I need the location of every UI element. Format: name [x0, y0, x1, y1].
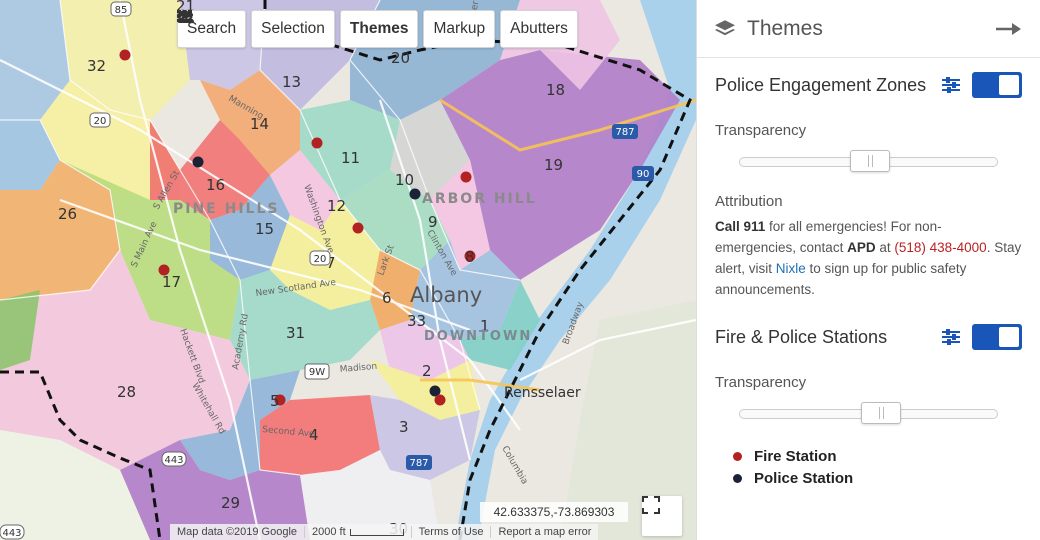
zone-10: 10 [395, 171, 414, 189]
map-data-attribution: Map data ©2019 Google [177, 526, 298, 538]
zone-32: 32 [87, 57, 106, 75]
zone-15: 15 [255, 220, 274, 238]
zone-3: 3 [399, 418, 409, 436]
route-shield: 443 [0, 524, 25, 540]
zone-20: 20 [391, 49, 410, 67]
svg-text:443: 443 [164, 455, 183, 466]
area-label-pine-hills: PINE HILLS [173, 201, 279, 217]
zone-map: 21 32 13 14 11 16 10 9 26 12 15 8 18 19 … [0, 0, 696, 540]
layer-toggle[interactable] [972, 72, 1022, 98]
selection-button[interactable]: Selection [177, 10, 335, 48]
attribution-label: Attribution [715, 193, 783, 210]
legend-item-police: Police Station [733, 467, 1022, 489]
panel-title: Themes [747, 16, 823, 40]
route-shield: 787 [406, 455, 432, 470]
map-attribution-bar: Map data ©2019 Google 2000 ft Terms of U… [170, 524, 599, 540]
transparency-label: Transparency [715, 374, 807, 391]
route-shield: 85 [110, 1, 132, 17]
zone-29: 29 [221, 494, 240, 512]
zone-26: 26 [58, 205, 77, 223]
nixle-link[interactable]: Nixle [776, 261, 806, 276]
themes-button[interactable]: Themes [177, 10, 419, 48]
svg-text:787: 787 [615, 127, 634, 138]
svg-text:20: 20 [314, 254, 327, 265]
zone-28: 28 [117, 383, 136, 401]
markup-button[interactable]: Markup [178, 10, 496, 48]
zone-13: 13 [282, 73, 301, 91]
zone-5: 5 [270, 392, 280, 410]
route-shield: 20 [309, 250, 331, 266]
zone-12: 12 [327, 197, 346, 215]
panel-header: Themes [697, 0, 1040, 58]
users-icon [177, 10, 194, 23]
zone-6: 6 [382, 289, 392, 307]
fullscreen-icon [642, 496, 660, 514]
svg-text:20: 20 [94, 116, 107, 127]
route-shield: 90 [632, 166, 654, 181]
map-scale: 2000 ft [304, 526, 411, 538]
transparency-label: Transparency [715, 122, 807, 139]
police-station-dot-icon [733, 473, 742, 483]
zone-11: 11 [341, 149, 360, 167]
route-shield: 443 [161, 451, 187, 467]
zone-33: 33 [407, 312, 426, 330]
place-label-rensselaer: Rensselaer [504, 385, 581, 401]
search-button-label: Search [187, 20, 237, 37]
city-label: Albany [410, 283, 482, 307]
zone-2: 2 [422, 362, 432, 380]
zone-8: 8 [465, 248, 475, 266]
terms-link[interactable]: Terms of Use [410, 526, 491, 538]
area-label-arbor-hill: ARBOR HILL [422, 191, 537, 207]
layers-icon [715, 19, 735, 35]
svg-text:787: 787 [409, 458, 428, 469]
zone-16: 16 [206, 176, 225, 194]
legend-item-fire: Fire Station [733, 445, 1022, 467]
attribution-text: Call 911 for all emergencies! For non-em… [715, 219, 1022, 297]
zone-17: 17 [162, 273, 181, 291]
map-canvas[interactable]: 21 32 13 14 11 16 10 9 26 12 15 8 18 19 … [0, 0, 696, 540]
coordinate-readout: 42.633375,-73.869303 [480, 502, 628, 522]
layer-name: Fire & Police Stations [715, 326, 888, 347]
markup-button-label: Markup [433, 20, 486, 37]
map-toolbar: Search Selection Themes Markup Abutters [177, 10, 578, 48]
svg-text:90: 90 [637, 169, 650, 180]
route-shield: 20 [89, 112, 111, 128]
collapse-arrow-icon[interactable] [996, 22, 1022, 36]
layer-stations: Fire & Police Stations Transparency Fire… [697, 310, 1040, 489]
svg-text:443: 443 [2, 528, 21, 539]
slider-thumb[interactable] [849, 150, 890, 172]
layer-toggle[interactable] [972, 324, 1022, 350]
route-shield: 787 [612, 124, 638, 139]
abutters-button[interactable]: Abutters [177, 10, 578, 48]
layer-police-zones: Police Engagement Zones Transparency Att… [697, 58, 1040, 300]
svg-text:9W: 9W [309, 367, 325, 378]
report-error-link[interactable]: Report a map error [490, 526, 598, 538]
settings-sliders-icon[interactable] [942, 329, 960, 345]
station-legend: Fire Station Police Station [715, 445, 1022, 489]
zone-18: 18 [546, 81, 565, 99]
zone-31: 31 [286, 324, 305, 342]
layer-name: Police Engagement Zones [715, 74, 927, 95]
themes-panel: Themes Police Engagement Zones Transpare… [696, 0, 1040, 540]
slider-thumb[interactable] [860, 402, 901, 424]
route-shield: 9W [304, 363, 330, 380]
abutters-button-label: Abutters [510, 20, 568, 37]
transparency-slider[interactable] [739, 150, 998, 172]
zone-19: 19 [544, 156, 563, 174]
fullscreen-button[interactable] [642, 496, 682, 536]
fire-station-dot-icon [733, 451, 742, 461]
transparency-slider[interactable] [739, 402, 998, 424]
settings-sliders-icon[interactable] [942, 77, 960, 93]
themes-button-label: Themes [349, 20, 409, 37]
svg-text:85: 85 [115, 5, 128, 16]
area-label-downtown: DOWNTOWN [424, 329, 532, 344]
selection-button-label: Selection [261, 20, 325, 37]
